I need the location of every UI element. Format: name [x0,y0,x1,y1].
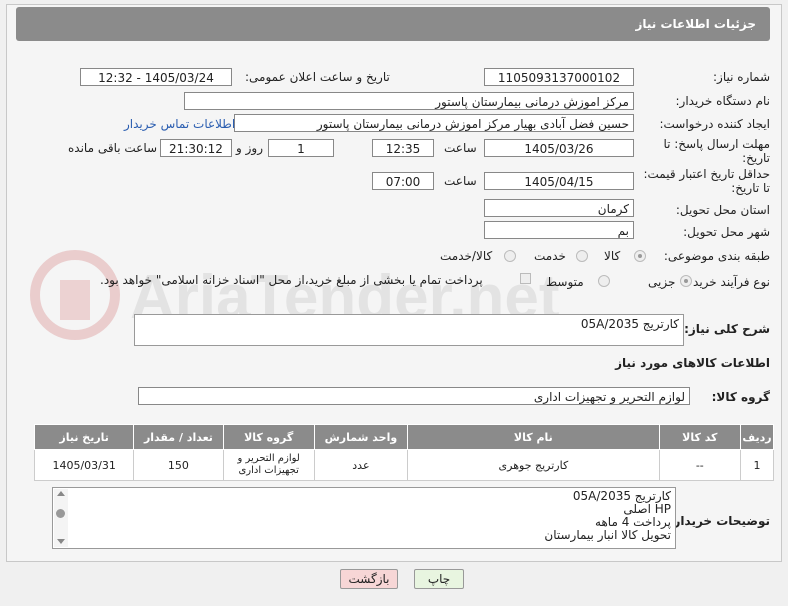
cell-code: -- [658,449,741,481]
back-button[interactable]: بازگشت [340,569,398,589]
need-number-field: 1105093137000102 [484,68,634,86]
cell-row: 1 [739,449,775,481]
buyer-note-line: HP اصلی [623,502,671,516]
category-radio-service[interactable] [576,250,588,262]
category-goods-label: کالا [604,249,621,263]
process-minor-label: جزیی [648,275,676,289]
treasury-payment-checkbox[interactable] [520,273,531,284]
reply-time-field: 12:35 [372,139,434,157]
summary-label: شرح کلی نیاز: [684,322,770,336]
reply-deadline-label: مهلت ارسال پاسخ: تا تاریخ: [663,137,770,165]
category-service-label: خدمت [534,249,566,263]
contact-info-link[interactable]: اطلاعات تماس خریدار [124,117,235,131]
province-field: کرمان [484,199,634,217]
process-label: نوع فرآیند خرید : [685,275,770,289]
col-row: ردیف [739,424,775,450]
page-header: جزئیات اطلاعات نیاز [16,7,770,41]
print-button[interactable]: چاپ [414,569,464,589]
summary-text: کارتریج 05A/2035 [580,317,679,331]
remaining-label: ساعت باقی مانده [68,141,158,155]
category-both-label: کالا/خدمت [440,249,493,263]
process-medium-label: متوسط [546,275,584,289]
days-label: روز و [236,141,263,155]
days-field: 1 [268,139,334,157]
summary-textarea[interactable]: کارتریج 05A/2035 [134,314,684,346]
city-field: بم [484,221,634,239]
price-deadline-label: حداقل تاریخ اعتبار قیمت: تا تاریخ: [643,167,770,195]
scroll-thumb[interactable] [56,509,65,518]
remaining-time-field: 21:30:12 [160,139,232,157]
page-title: جزئیات اطلاعات نیاز [635,17,756,31]
province-label: استان محل تحویل: [675,203,770,217]
col-group: گروه کالا [222,424,315,450]
buyer-org-field: مرکز اموزش درمانی بیمارستان پاستور [184,92,634,110]
creator-field: حسین فضل آبادی بهیار مرکز اموزش درمانی ب… [234,114,634,132]
need-number-label: شماره نیاز: [713,70,770,84]
scroll-down-icon[interactable] [57,539,65,544]
cell-group: لوازم التحریر و تجهیزات اداری [222,449,315,481]
cell-date: 1405/03/31 [33,449,135,481]
cell-unit: عدد [313,449,409,481]
price-date-field: 1405/04/15 [484,172,634,190]
reply-date-field: 1405/03/26 [484,139,634,157]
cell-name: کارتریج جوهری [407,449,660,481]
buyer-org-label: نام دستگاه خریدار: [675,94,771,108]
city-label: شهر محل تحویل: [683,225,770,239]
col-date: تاریخ نیاز [33,424,135,450]
reply-time-label: ساعت [444,141,477,155]
process-radio-medium[interactable] [598,275,610,287]
col-unit: واحد شمارش [313,424,409,450]
buyer-note-line: تحویل کالا انبار بیمارستان [544,528,671,542]
buyer-notes-textarea[interactable]: کارتریج 05A/2035 HP اصلی پرداخت 4 ماهه ت… [52,487,676,549]
goods-group-field: لوازم التحریر و تجهیزات اداری [138,387,690,405]
goods-group-label: گروه کالا: [711,390,770,404]
notes-scrollbar[interactable] [54,489,68,547]
treasury-payment-note: پرداخت تمام یا بخشی از مبلغ خرید،از محل … [100,273,483,287]
category-radio-both[interactable] [504,250,516,262]
price-time-field: 07:00 [372,172,434,190]
cell-qty: 150 [133,449,224,481]
col-name: نام کالا [407,424,660,450]
goods-section-title: اطلاعات کالاهای مورد نیاز [615,356,770,370]
buyer-notes-label: توضیحات خریدار: [668,514,770,528]
price-time-label: ساعت [444,174,477,188]
col-qty: تعداد / مقدار [133,424,224,450]
category-label: طبقه بندی موضوعی: [663,249,770,263]
goods-table: ردیف کد کالا نام کالا واحد شمارش گروه کا… [33,424,775,481]
col-code: کد کالا [658,424,741,450]
announce-label: تاریخ و ساعت اعلان عمومی: [245,70,390,84]
announce-field: 1405/03/24 - 12:32 [80,68,232,86]
table-row: 1 -- کارتریج جوهری عدد لوازم التحریر و ت… [33,449,775,481]
category-radio-goods[interactable] [634,250,646,262]
scroll-up-icon[interactable] [57,491,65,496]
creator-label: ایجاد کننده درخواست: [659,117,770,131]
buyer-note-line: کارتریج 05A/2035 [572,489,671,503]
process-radio-minor[interactable] [680,275,692,287]
